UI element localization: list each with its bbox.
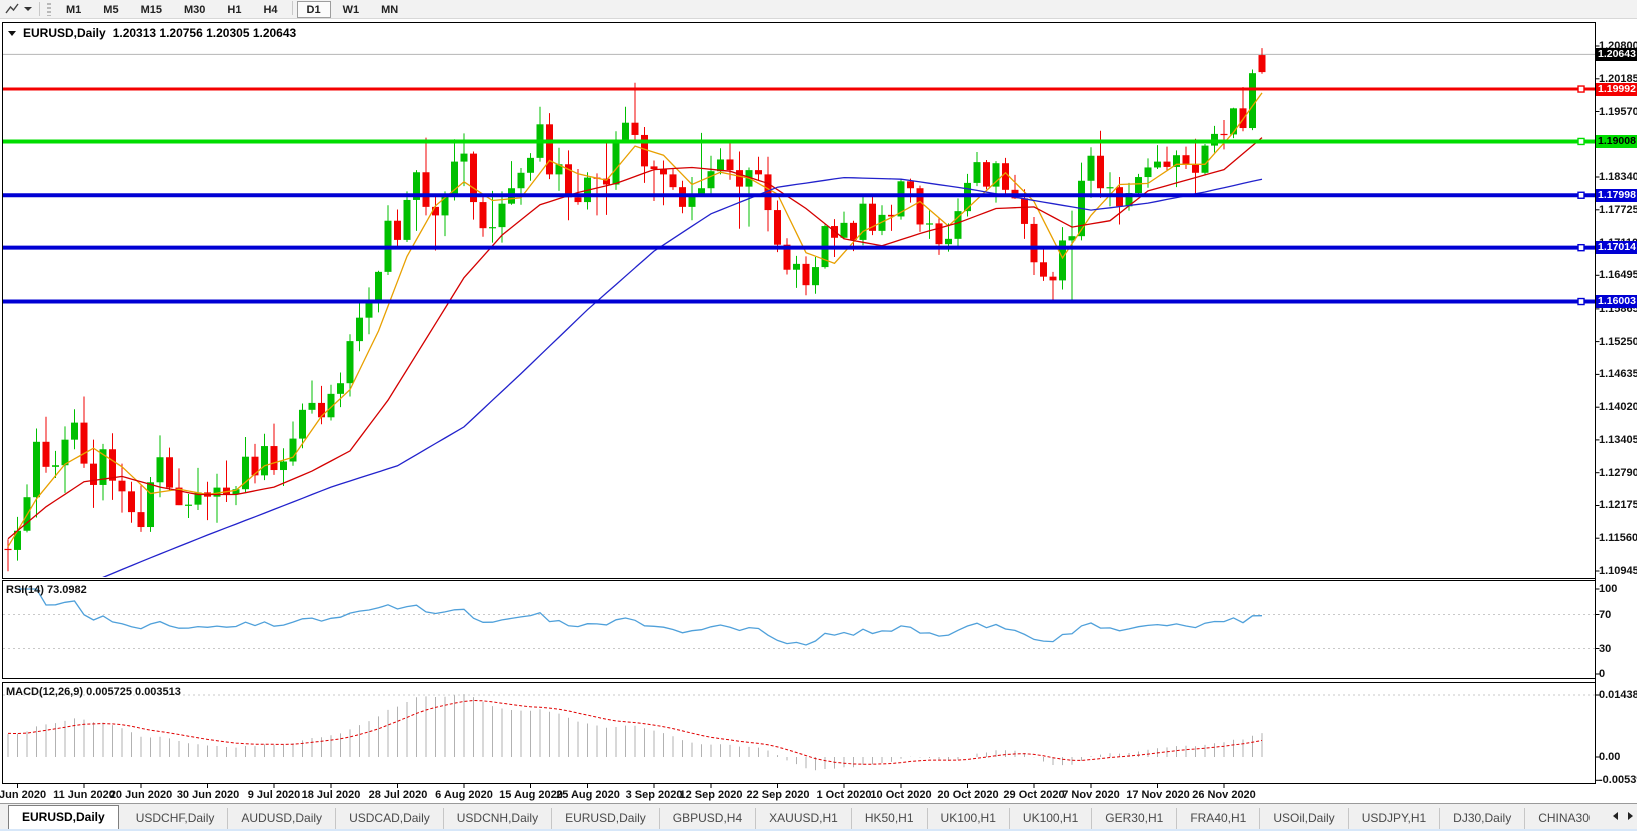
date-axis-label: 18 Jul 2020 xyxy=(302,789,361,801)
chart-tab-xauusd-h1[interactable]: XAUUSD,H1 xyxy=(756,808,852,829)
chart-tab-hk50-h1[interactable]: HK50,H1 xyxy=(852,808,928,829)
chart-symbol-label: EURUSD,Daily xyxy=(23,26,106,40)
hline-handle xyxy=(1578,299,1584,305)
hline-handle xyxy=(1578,245,1584,251)
macd-axis-tick-label: -0.005396 xyxy=(1599,774,1636,786)
hline-handle xyxy=(1578,138,1584,144)
chart-tab-usoil-daily[interactable]: USOil,Daily xyxy=(1260,808,1348,829)
price-axis-tick-label: 1.11560 xyxy=(1599,532,1636,544)
date-axis-label: 7 Nov 2020 xyxy=(1062,789,1119,801)
date-axis-label: 25 Aug 2020 xyxy=(556,789,620,801)
date-axis-label: 15 Aug 2020 xyxy=(499,789,563,801)
collapse-caret-icon[interactable] xyxy=(8,31,16,36)
tab-scroll-right-icon[interactable] xyxy=(1628,812,1633,820)
date-axis-label: 20 Oct 2020 xyxy=(937,789,998,801)
chart-tab-fra40-h1[interactable]: FRA40,H1 xyxy=(1177,808,1260,829)
date-axis-label: 10 Oct 2020 xyxy=(870,789,931,801)
date-axis-label: 22 Sep 2020 xyxy=(747,789,810,801)
price-axis-tick-label: 1.16495 xyxy=(1599,269,1636,281)
macd-axis-tick-label: 0.00 xyxy=(1599,751,1636,763)
rsi-axis-tick-label: 0 xyxy=(1599,668,1636,680)
chart-canvas[interactable] xyxy=(0,0,1637,831)
date-axis-label: 28 Jul 2020 xyxy=(369,789,428,801)
chart-tab-audusd-daily[interactable]: AUDUSD,Daily xyxy=(228,808,336,829)
chart-tab-ger30-h1[interactable]: GER30,H1 xyxy=(1092,808,1177,829)
chart-tab-bar: EURUSD,DailyUSDCHF,DailyAUDUSD,DailyUSDC… xyxy=(0,803,1637,829)
date-axis-label: 20 Jun 2020 xyxy=(110,789,172,801)
price-axis-tick-label: 1.18340 xyxy=(1599,171,1636,183)
chart-tab-gbpusd-h4[interactable]: GBPUSD,H4 xyxy=(660,808,756,829)
hline-price-tag: 1.16003 xyxy=(1596,295,1637,308)
price-axis-tick-label: 1.15250 xyxy=(1599,336,1636,348)
rsi-axis-tick-label: 70 xyxy=(1599,609,1636,621)
macd-indicator-label: MACD(12,26,9) 0.005725 0.003513 xyxy=(6,686,181,698)
price-axis-tick-label: 1.12175 xyxy=(1599,499,1636,511)
chart-ohlc-values: 1.20313 1.20756 1.20305 1.20643 xyxy=(113,26,297,40)
hline-handle xyxy=(1578,86,1584,92)
tab-scroll-left-icon[interactable] xyxy=(1613,812,1618,820)
date-axis-label: 11 Jun 2020 xyxy=(53,789,115,801)
date-axis-label: 2 Jun 2020 xyxy=(0,789,46,801)
date-axis-label: 26 Nov 2020 xyxy=(1192,789,1256,801)
chart-tab-eurusd-daily[interactable]: EURUSD,Daily xyxy=(8,805,119,829)
date-axis-label: 29 Oct 2020 xyxy=(1003,789,1064,801)
chart-tab-usdcnh-daily[interactable]: USDCNH,Daily xyxy=(444,808,552,829)
macd-axis-tick-label: 0.014384 xyxy=(1599,689,1636,701)
trading-terminal: { "toolbar": { "timeframes": ["M1","M5",… xyxy=(0,0,1637,831)
date-axis-label: 9 Jul 2020 xyxy=(248,789,301,801)
pane-frames xyxy=(3,22,1596,784)
tabs-holder: EURUSD,DailyUSDCHF,DailyAUDUSD,DailyUSDC… xyxy=(0,804,1590,829)
price-axis-tick-label: 1.14020 xyxy=(1599,401,1636,413)
date-axis-label: 17 Nov 2020 xyxy=(1126,789,1190,801)
price-axis-tick-label: 1.17725 xyxy=(1599,204,1636,216)
chart-tab-china300-h1[interactable]: CHINA300,H1 xyxy=(1525,808,1590,829)
chart-tab-uk100-h1[interactable]: UK100,H1 xyxy=(928,808,1010,829)
hline-price-tag: 1.17998 xyxy=(1596,189,1637,202)
chart-tab-uk100-h1[interactable]: UK100,H1 xyxy=(1010,808,1092,829)
price-axis-tick-label: 1.12790 xyxy=(1599,467,1636,479)
hline-price-tag: 1.19008 xyxy=(1596,135,1637,148)
chart-tab-usdjpy-h1[interactable]: USDJPY,H1 xyxy=(1349,808,1440,829)
price-axis-tick-label: 1.19570 xyxy=(1599,106,1636,118)
chart-tab-usdcad-daily[interactable]: USDCAD,Daily xyxy=(336,808,444,829)
hline-price-tag: 1.19992 xyxy=(1596,83,1637,96)
date-axis-label: 1 Oct 2020 xyxy=(816,789,871,801)
date-axis-label: 6 Aug 2020 xyxy=(435,789,493,801)
hline-handle xyxy=(1578,192,1584,198)
price-axis-tick-label: 1.10945 xyxy=(1599,565,1636,577)
date-axis-label: 30 Jun 2020 xyxy=(177,789,239,801)
chart-tab-dj30-daily[interactable]: DJ30,Daily xyxy=(1440,808,1525,829)
rsi-indicator-label: RSI(14) 73.0982 xyxy=(6,584,87,596)
chart-tab-usdchf-daily[interactable]: USDCHF,Daily xyxy=(123,808,229,829)
date-axis-label: 12 Sep 2020 xyxy=(680,789,743,801)
hline-price-tag: 1.17014 xyxy=(1596,241,1637,254)
price-axis-tick-label: 1.13405 xyxy=(1599,434,1636,446)
rsi-axis-tick-label: 30 xyxy=(1599,643,1636,655)
chart-tab-eurusd-daily[interactable]: EURUSD,Daily xyxy=(552,808,660,829)
date-axis-label: 3 Sep 2020 xyxy=(626,789,683,801)
current-price-tag: 1.20643 xyxy=(1596,48,1637,61)
rsi-axis-tick-label: 100 xyxy=(1599,583,1636,595)
chart-title: EURUSD,Daily 1.20313 1.20756 1.20305 1.2… xyxy=(8,26,296,40)
price-axis-tick-label: 1.14635 xyxy=(1599,368,1636,380)
